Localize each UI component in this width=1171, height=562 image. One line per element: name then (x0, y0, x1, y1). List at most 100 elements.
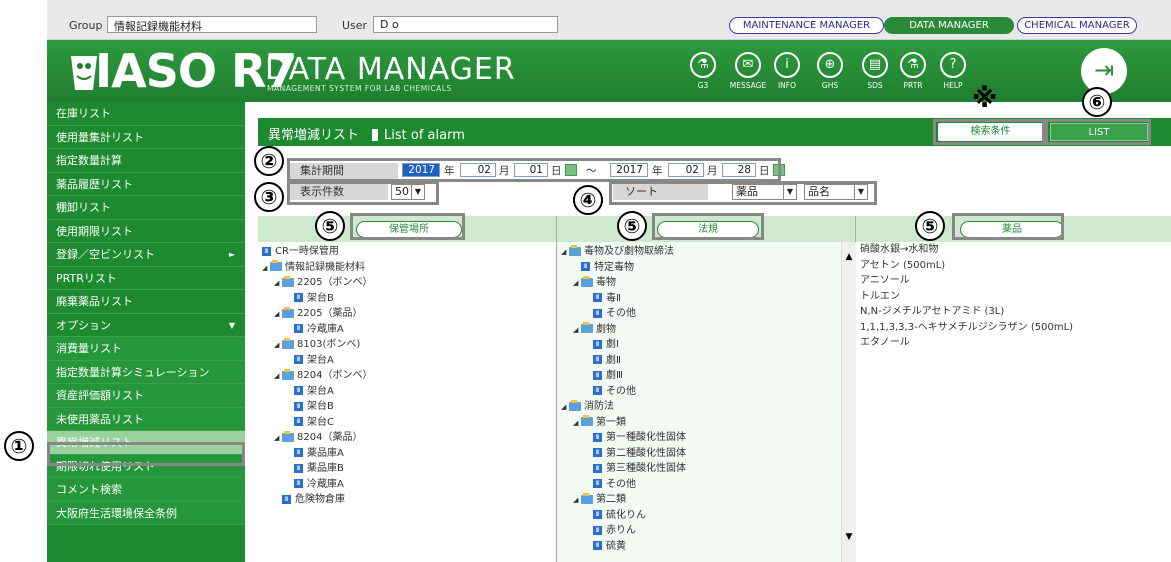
expand-arrow-icon[interactable]: ◢ (573, 276, 581, 292)
tree-node[interactable]: ◢ 8204（薬品） (262, 430, 556, 446)
ghs-icon[interactable]: ⊕ GHS (810, 52, 850, 90)
tree-node[interactable]: Ⅲ 架台B (262, 399, 556, 415)
tree-node[interactable]: ◢ 第一類 (561, 415, 855, 431)
app-window: Group 情報記録機能材料 User D o MAINTENANCE MANA… (47, 0, 1171, 562)
tree-node[interactable]: ◢ 情報記録機能材料 (262, 260, 556, 276)
tree-node[interactable]: ◢ 8204（ボンベ） (262, 368, 556, 384)
expand-arrow-icon[interactable]: ◢ (573, 493, 581, 509)
scroll-up-icon[interactable]: ▲ (842, 252, 856, 262)
role-data-manager[interactable]: DATA MANAGER (884, 17, 1014, 34)
highlight-chemical (952, 213, 1064, 240)
tree-node[interactable]: Ⅲ 架台B (262, 291, 556, 307)
sidebar-item[interactable]: 薬品履歴リスト (47, 173, 245, 196)
sidebar-item[interactable]: 使用量集計リスト (47, 126, 245, 149)
expand-arrow-icon[interactable]: ◢ (274, 307, 282, 323)
tree-node[interactable]: Ⅲ 薬品庫A (262, 446, 556, 462)
tree-node[interactable]: Ⅲ CR一時保管用 (262, 244, 556, 260)
sidebar-item[interactable]: 指定数量計算シミュレーション (47, 360, 245, 384)
expand-arrow-icon[interactable]: ◢ (573, 416, 581, 432)
expand-arrow-icon[interactable]: ◢ (274, 338, 282, 354)
tree-node[interactable]: Ⅲ 劇Ⅰ (561, 337, 855, 353)
sds-icon[interactable]: ▤ SDS (855, 52, 895, 90)
sidebar-item[interactable]: 消費量リスト (47, 337, 245, 361)
law-scrollbar[interactable]: ▲ ▼ (841, 242, 856, 562)
sidebar-item[interactable]: コメント検索 (47, 478, 245, 502)
info-icon[interactable]: i INFO (767, 52, 807, 90)
chemical-item[interactable]: 硝酸水銀→水和物 (856, 242, 1171, 258)
group-field[interactable]: 情報記録機能材料 (107, 16, 317, 33)
sidebar-item[interactable]: 使用期限リスト (47, 220, 245, 243)
expand-arrow-icon[interactable]: ◢ (274, 369, 282, 385)
user-field[interactable]: D o (373, 16, 558, 33)
tree-node[interactable]: Ⅲ 架台A (262, 384, 556, 400)
expand-arrow-icon[interactable]: ◢ (274, 276, 282, 292)
tree-node[interactable]: ◢ 劇物 (561, 322, 855, 338)
role-chemical-manager[interactable]: CHEMICAL MANAGER (1017, 17, 1137, 34)
chemical-item[interactable]: アニソール (856, 273, 1171, 289)
tree-node[interactable]: Ⅲ 危険物倉庫 (262, 492, 556, 508)
expand-arrow-icon[interactable]: ◢ (262, 261, 270, 277)
sidebar-item[interactable]: 資産評価額リスト (47, 384, 245, 408)
tree-node[interactable]: Ⅲ 劇Ⅱ (561, 353, 855, 369)
help-icon[interactable]: ? HELP (933, 52, 973, 90)
tree-node[interactable]: Ⅲ 第三種酸化性固体 (561, 461, 855, 477)
g3-icon[interactable]: ⚗ G3 (683, 52, 723, 90)
tree-node[interactable]: ◢ 消防法 (561, 399, 855, 415)
tree-node[interactable]: Ⅲ 架台A (262, 353, 556, 369)
tree-node[interactable]: ◢ 2205（ボンベ） (262, 275, 556, 291)
tree-node[interactable]: Ⅲ その他 (561, 306, 855, 322)
tree-node[interactable]: Ⅲ 硫黄 (561, 539, 855, 555)
sidebar-item[interactable]: 指定数量計算 (47, 149, 245, 173)
sidebar-item-label: 消費量リスト (56, 342, 122, 355)
sidebar-item[interactable]: 未使用薬品リスト (47, 407, 245, 431)
tree-node[interactable]: Ⅲ 第二種酸化性固体 (561, 446, 855, 462)
prtr-icon-label: PRTR (903, 81, 923, 90)
tree-node[interactable]: ◢ 毒物及び劇物取締法 (561, 244, 855, 260)
ghs-icon-label: GHS (821, 81, 839, 90)
tree-node[interactable]: Ⅲ 赤りん (561, 523, 855, 539)
tree-node[interactable]: Ⅲ 冷蔵庫A (262, 477, 556, 493)
chemical-item[interactable]: 1,1,1,3,3,3-ヘキサメチルジシラザン (500mL) (856, 320, 1171, 336)
tree-node[interactable]: Ⅲ 第一種酸化性固体 (561, 430, 855, 446)
tree-node-label: 赤りん (606, 525, 636, 536)
sidebar-arrow-icon: ► (228, 250, 235, 259)
highlight-search (933, 119, 1045, 145)
sidebar-item[interactable]: 棚卸リスト (47, 196, 245, 220)
tree-node[interactable]: Ⅲ 毒Ⅱ (561, 291, 855, 307)
expand-arrow-icon[interactable]: ◢ (561, 400, 569, 416)
chemical-item[interactable]: N,N-ジメチルアセトアミド (3L) (856, 304, 1171, 320)
expand-arrow-icon[interactable]: ◢ (274, 431, 282, 447)
info-icon-label: INFO (777, 81, 797, 90)
sidebar-item[interactable]: 大阪府生活環境保全条例 (47, 501, 245, 525)
tree-node-label: 8204（ボンベ） (297, 370, 373, 381)
chemical-item[interactable]: トルエン (856, 289, 1171, 305)
tree-node[interactable]: Ⅲ 薬品庫B (262, 461, 556, 477)
chemical-item[interactable]: アセトン (500mL) (856, 258, 1171, 274)
tree-node[interactable]: ◢ 毒物 (561, 275, 855, 291)
tree-node[interactable]: ◢ 8103(ボンベ) (262, 337, 556, 353)
expand-arrow-icon[interactable]: ◢ (561, 245, 569, 261)
tree-node-label: 毒Ⅱ (606, 292, 621, 304)
chemical-item[interactable]: エタノール (856, 335, 1171, 351)
tree-node[interactable]: Ⅲ 冷蔵庫A (262, 322, 556, 338)
tree-node[interactable]: Ⅲ 架台C (262, 415, 556, 431)
tree-node[interactable]: Ⅲ 硫化りん (561, 508, 855, 524)
sidebar-item[interactable]: 登録／空ビンリスト ► (47, 243, 245, 267)
tree-node[interactable]: Ⅲ その他 (561, 477, 855, 493)
sidebar-item[interactable]: オプション ▼ (47, 314, 245, 337)
message-icon[interactable]: ✉ MESSAGE (728, 52, 768, 90)
expand-arrow-icon[interactable]: ◢ (573, 323, 581, 339)
prtr-icon[interactable]: ⚗ PRTR (893, 52, 933, 90)
sidebar-item[interactable]: 在庫リスト (47, 102, 245, 126)
scroll-down-icon[interactable]: ▼ (842, 532, 856, 542)
tree-node[interactable]: ◢ 2205（薬品） (262, 306, 556, 322)
tree-node[interactable]: Ⅲ その他 (561, 384, 855, 400)
sidebar-item[interactable]: 廃棄薬品リスト (47, 290, 245, 314)
logout-icon[interactable]: ⇥ (1081, 48, 1127, 94)
tree-node[interactable]: Ⅲ 特定毒物 (561, 260, 855, 276)
tree-node[interactable]: ◢ 第二類 (561, 492, 855, 508)
role-maintenance-manager[interactable]: MAINTENANCE MANAGER (729, 17, 884, 34)
sidebar-item[interactable]: PRTRリスト (47, 267, 245, 290)
leaf-icon: Ⅲ (581, 262, 590, 271)
tree-node[interactable]: Ⅲ 劇Ⅲ (561, 368, 855, 384)
